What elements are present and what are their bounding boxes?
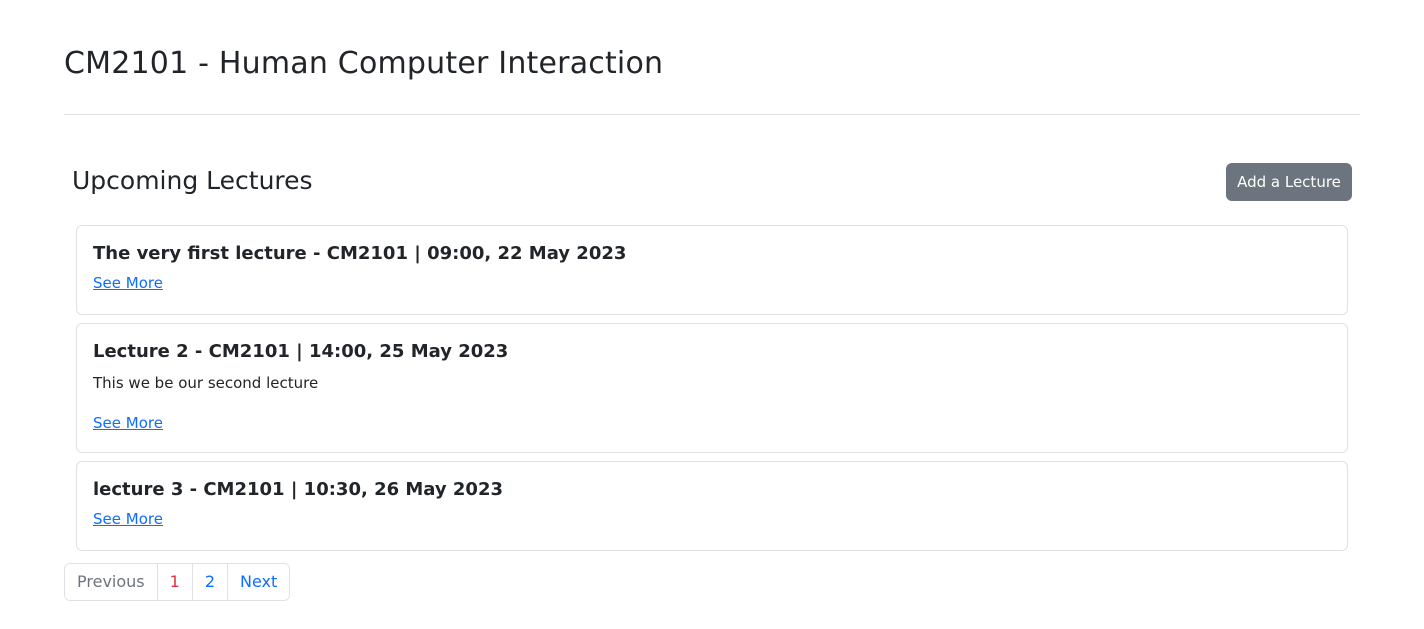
lecture-card: The very first lecture - CM2101 | 09:00,… [76, 225, 1348, 315]
lecture-list: The very first lecture - CM2101 | 09:00,… [76, 225, 1348, 559]
add-lecture-button[interactable]: Add a Lecture [1226, 163, 1352, 201]
section-title: Upcoming Lectures [72, 166, 313, 195]
lecture-title: Lecture 2 - CM2101 | 14:00, 25 May 2023 [93, 341, 509, 362]
lecture-description: This we be our second lecture [93, 374, 319, 392]
next-page-button[interactable]: Next [227, 564, 290, 600]
lecture-title: lecture 3 - CM2101 | 10:30, 26 May 2023 [93, 479, 503, 500]
page-2-button[interactable]: 2 [191, 564, 227, 600]
page-1-button[interactable]: 1 [156, 564, 192, 600]
header-divider [64, 114, 1360, 115]
lecture-title: The very first lecture - CM2101 | 09:00,… [93, 243, 627, 264]
lectures-page: CM2101 - Human Computer Interaction Upco… [0, 0, 1424, 629]
see-more-link[interactable]: See More [93, 272, 163, 294]
see-more-link[interactable]: See More [93, 508, 163, 530]
previous-page-button[interactable]: Previous [65, 564, 157, 600]
pagination: Previous 1 2 Next [64, 563, 291, 601]
see-more-link[interactable]: See More [93, 412, 163, 434]
lecture-card: lecture 3 - CM2101 | 10:30, 26 May 2023 … [76, 461, 1348, 551]
course-title: CM2101 - Human Computer Interaction [64, 46, 664, 81]
lecture-card: Lecture 2 - CM2101 | 14:00, 25 May 2023 … [76, 323, 1348, 453]
